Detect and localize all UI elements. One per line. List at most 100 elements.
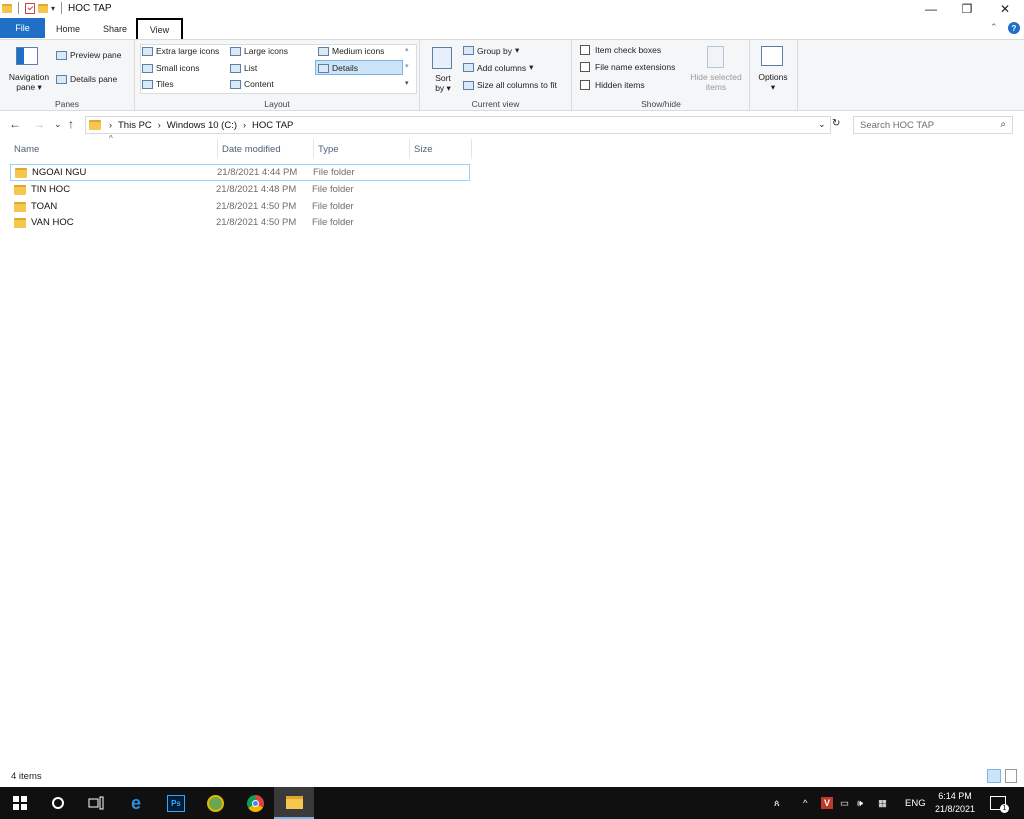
file-date: 21/8/2021 4:50 PM [216,217,297,228]
address-row: ← → ⌄ ↑ › This PC › Windows 10 (C:) › HO… [0,114,1024,136]
details-label: Details [332,63,358,73]
column-header-size[interactable]: Size [410,139,472,159]
clock[interactable]: 6:14 PM 21/8/2021 [930,790,980,816]
tab-home[interactable]: Home [50,19,86,38]
window-title: HOC TAP [68,2,112,14]
tab-share[interactable]: Share [96,19,134,38]
breadcrumb-drive[interactable]: Windows 10 (C:) [167,120,237,131]
language-indicator[interactable]: ENG [905,787,926,819]
recent-locations-icon[interactable]: ⌄ [54,119,62,130]
breadcrumb-current[interactable]: HOC TAP [252,120,293,131]
network-icon[interactable]: ▭ [840,787,849,819]
tiles-option[interactable]: Tiles [142,79,174,89]
app-icon[interactable] [195,787,235,819]
item-check-boxes-checkbox[interactable]: Item check boxes [580,45,661,55]
column-header-date[interactable]: Date modified [218,139,314,159]
hide-selected-items-button[interactable]: Hide selected items [685,44,747,94]
forward-icon[interactable]: → [33,117,45,131]
task-view-icon[interactable] [76,787,116,819]
large-icons-label: Large icons [244,46,288,56]
minimize-icon[interactable]: — [912,0,950,18]
people-icon[interactable]: ጰ [774,787,780,819]
gallery-scroll-up-icon[interactable]: ▴ [405,45,409,53]
file-name-extensions-label: File name extensions [595,62,676,72]
folder-icon [14,184,26,195]
refresh-icon[interactable]: ↻ [832,118,840,129]
file-name: TIN HOC [31,184,71,195]
options-icon [761,46,783,66]
extra-large-icons-option[interactable]: Extra large icons [142,46,219,56]
help-icon[interactable]: ? [1008,22,1020,34]
details-pane-button[interactable]: Details pane [56,74,117,84]
details-view-icon[interactable] [987,769,1001,783]
large-icons-view-icon[interactable] [1005,769,1017,783]
large-icons-option[interactable]: Large icons [230,46,288,56]
new-folder-icon[interactable] [38,3,48,13]
tiles-label: Tiles [156,79,174,89]
photoshop-icon[interactable]: Ps [156,787,196,819]
file-row[interactable]: TOAN 21/8/2021 4:50 PM File folder [10,198,470,215]
back-icon[interactable]: ← [9,117,21,131]
properties-icon[interactable] [25,2,35,14]
collapse-ribbon-icon[interactable]: ⌃ [990,22,998,33]
tab-file[interactable]: File [0,18,45,38]
column-header-name[interactable]: Name [10,139,218,159]
antivirus-icon[interactable]: V [821,787,833,819]
chrome-icon[interactable] [235,787,275,819]
options-button[interactable]: Options ▾ [752,44,794,96]
extra-large-icons-icon [142,46,153,56]
preview-pane-label: Preview pane [70,50,122,60]
restore-icon[interactable]: ❐ [948,0,986,18]
details-pane-label: Details pane [70,74,118,84]
file-name-extensions-checkbox[interactable]: File name extensions [580,62,675,72]
sort-by-button[interactable]: Sort by ▾ [428,45,458,97]
edge-icon[interactable]: e [116,787,156,819]
tab-view[interactable]: View [136,18,183,39]
volume-icon[interactable]: 🕪 [857,787,863,819]
file-row[interactable]: NGOAI NGU 21/8/2021 4:44 PM File folder [10,164,470,181]
folder-icon[interactable] [2,3,12,13]
size-columns-icon [463,80,474,90]
notifications-icon[interactable]: 1 [990,787,1009,819]
details-pane-icon [56,74,67,84]
windows-start-icon[interactable] [0,787,40,819]
file-date: 21/8/2021 4:44 PM [217,167,298,178]
navigation-pane-icon [16,47,38,65]
keyboard-icon[interactable]: ▦ [878,787,887,819]
small-icons-option[interactable]: Small icons [142,63,199,73]
checkbox-icon [580,80,590,90]
address-bar[interactable]: › This PC › Windows 10 (C:) › HOC TAP [85,116,831,134]
file-row[interactable]: TIN HOC 21/8/2021 4:48 PM File folder [10,181,470,198]
list-option[interactable]: List [230,63,257,73]
checkbox-icon [580,62,590,72]
preview-pane-icon [56,50,67,60]
show-hidden-icons-icon[interactable]: ^ [803,787,807,819]
navigation-pane-button[interactable]: Navigation pane ▾ [6,45,49,93]
content-label: Content [244,79,274,89]
details-option[interactable]: Details [318,63,358,73]
photoshop-label: Ps [167,794,185,812]
gallery-more-icon[interactable]: ▾ [405,79,409,87]
group-by-label: Group by [477,45,512,56]
hidden-items-checkbox[interactable]: Hidden items [580,80,645,90]
column-header-type[interactable]: Type [314,139,410,159]
medium-icons-option[interactable]: Medium icons [318,46,384,56]
group-by-button[interactable]: Group by ▾ [463,45,519,56]
customize-qat-icon[interactable]: ▾ [51,4,55,13]
breadcrumb-this-pc[interactable]: This PC [118,120,152,131]
file-explorer-icon[interactable] [274,787,314,819]
separator [797,40,798,111]
size-all-columns-button[interactable]: Size all columns to fit [463,80,557,90]
content-option[interactable]: Content [230,79,274,89]
up-icon[interactable]: ↑ [68,117,74,131]
file-name: TOAN [31,201,58,212]
close-icon[interactable]: ✕ [986,0,1024,18]
gallery-scroll-down-icon[interactable]: ▾ [405,62,409,70]
file-row[interactable]: VAN HOC 21/8/2021 4:50 PM File folder [10,214,470,231]
address-dropdown-icon[interactable]: ⌄ [818,119,826,130]
search-input[interactable]: Search HOC TAP ⌕ [853,116,1013,134]
add-columns-button[interactable]: Add columns ▾ [463,62,533,73]
preview-pane-button[interactable]: Preview pane [56,50,122,60]
cortana-icon[interactable] [38,787,78,819]
folder-icon [14,201,26,212]
